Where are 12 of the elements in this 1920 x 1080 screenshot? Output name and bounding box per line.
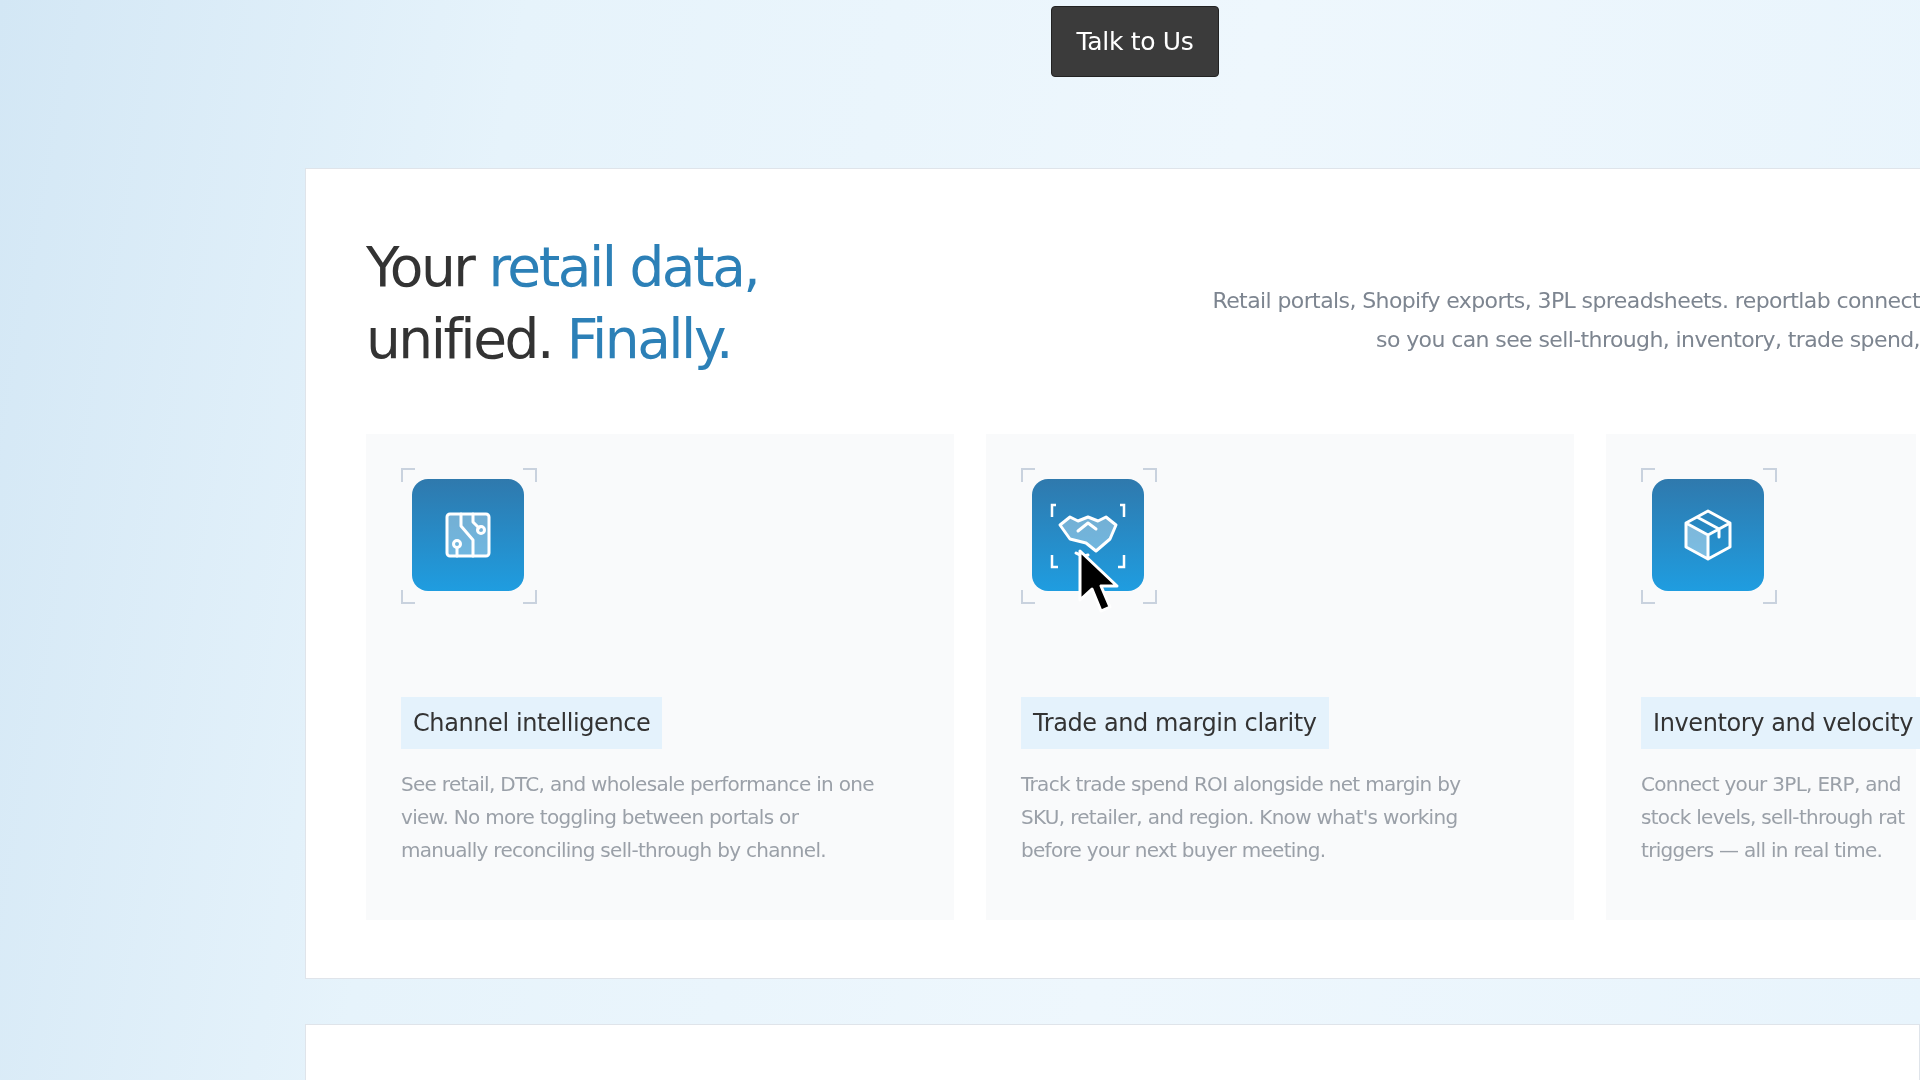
circuit-board-icon bbox=[412, 479, 524, 591]
handshake-icon bbox=[1032, 479, 1144, 591]
intro-paragraph: Retail portals, Shopify exports, 3PL spreadsheets. reportlab connect so you can see sell-through, inventory, trade spend, bbox=[1212, 287, 1920, 354]
feature-description: Connect your 3PL, ERP, and stock levels, sell-through rat triggers — all in real time. bbox=[1641, 771, 1906, 864]
feature-description: Track trade spend ROI alongside net margin by SKU, retailer, and region. Know what's working before your next buyer meeting. bbox=[1021, 771, 1462, 864]
feature-title: Channel intelligence bbox=[401, 697, 663, 749]
feature-title: Inventory and velocity bbox=[1641, 697, 1920, 749]
talk-to-us-button[interactable]: Talk to Us bbox=[1051, 6, 1219, 77]
section-heading: Your retail data, unified. Finally. bbox=[366, 234, 759, 373]
package-box-icon bbox=[1652, 479, 1764, 591]
feature-description: See retail, DTC, and wholesale performance in one view. No more toggling between portals or manually reconciling sell-through by channel. bbox=[401, 771, 875, 864]
feature-title: Trade and margin clarity bbox=[1021, 697, 1329, 749]
